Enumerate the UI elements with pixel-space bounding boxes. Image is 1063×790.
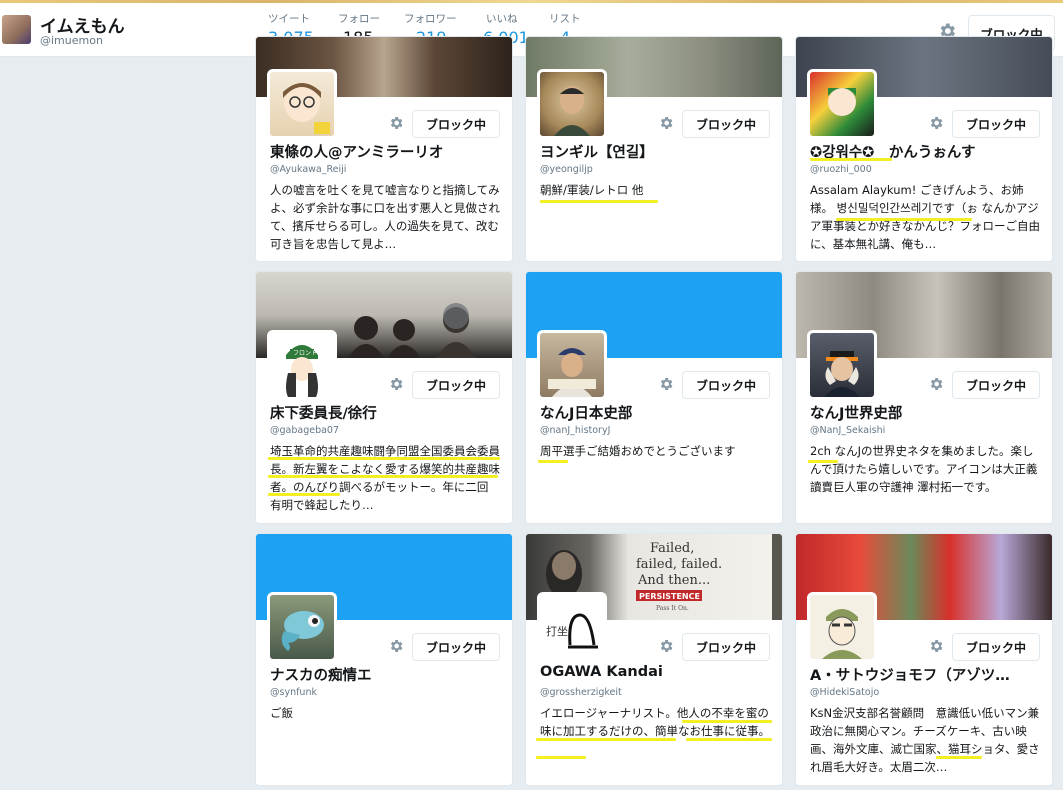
card-bio: ご飯 [270, 706, 293, 720]
highlight-mark [268, 475, 498, 478]
block-button[interactable]: ブロック中 [682, 633, 770, 661]
card-handle: @synfunk [270, 687, 317, 698]
highlight-mark [936, 756, 982, 759]
gear-icon[interactable] [658, 638, 674, 654]
user-card-synfunk[interactable]: ブロック中 ナスカの痴情エ @synfunk ご飯 [255, 533, 513, 786]
card-avatar[interactable]: 打坐 [537, 592, 607, 662]
user-card-satojo[interactable]: ブロック中 A・サトウジョモフ（アゾツ… @HidekiSatojo KsN金沢… [795, 533, 1053, 786]
card-name[interactable]: ヨンギル【연길】 [540, 141, 772, 162]
highlight-mark [686, 738, 772, 741]
card-handle: @nanJ_historyJ [540, 425, 611, 436]
highlight-mark [536, 756, 586, 759]
card-handle: @grossherzigkeit [540, 687, 622, 698]
card-bio: 人の嘘言を吐くを見て嘘言なりと指摘してみよ、必ず余計な事に口を出す悪人と見做され… [270, 183, 500, 251]
card-name[interactable]: なんJ世界史部 [810, 402, 1042, 423]
highlight-mark [810, 158, 892, 161]
stat-label: ツイート [268, 13, 310, 25]
card-bio: 2ch なんJの世界史ネタを集めました。楽しんで頂けたら嬉しいです。アイコンは大… [810, 444, 1038, 494]
banner-text: And then... [637, 573, 710, 588]
card-bio: Assalam Alaykum! ごきげんよう、お姉様。 병신밀덕인간쓰레기です… [810, 183, 1040, 251]
gear-icon[interactable] [388, 376, 404, 392]
user-card-nanj-world[interactable]: ブロック中 なんJ世界史部 @NanJ_Sekaishi 2ch なんJの世界史… [795, 271, 1053, 524]
user-card-yeongil[interactable]: ブロック中 ヨンギル【연길】 @yeongiljp 朝鮮/軍装/レトロ 他 [525, 36, 783, 262]
card-handle: @gabageba07 [270, 425, 340, 436]
banner-text: failed, failed. [636, 557, 722, 572]
highlight-mark [268, 493, 340, 496]
highlight-mark [268, 457, 500, 460]
banner-text: PERSISTENCE [639, 592, 700, 601]
card-avatar[interactable] [267, 592, 337, 662]
card-avatar[interactable] [807, 592, 877, 662]
gear-icon[interactable] [658, 376, 674, 392]
highlight-mark [836, 218, 972, 221]
card-avatar[interactable] [807, 330, 877, 400]
card-avatar[interactable] [537, 69, 607, 139]
stat-label: いいね [486, 13, 518, 25]
user-card-nanj-history[interactable]: ブロック中 なんJ日本史部 @nanJ_historyJ 周平選手ご結婚おめでと… [525, 271, 783, 524]
card-name[interactable]: 東條の人@アンミラーリオ [270, 141, 502, 162]
banner-text: Pass It On. [656, 605, 689, 612]
card-name[interactable]: 床下委員長/徐行 [270, 402, 502, 423]
gear-icon[interactable] [928, 638, 944, 654]
avatar-text: 打坐 [546, 624, 568, 638]
card-handle: @yeongiljp [540, 164, 593, 175]
card-name[interactable]: A・サトウジョモフ（アゾツ… [810, 664, 1042, 685]
banner-text: フロント [293, 350, 317, 357]
block-button[interactable]: ブロック中 [952, 371, 1040, 399]
card-handle: @ruozhi_000 [810, 164, 872, 175]
card-avatar[interactable]: フロント [267, 330, 337, 400]
profile-avatar[interactable] [2, 15, 31, 44]
card-avatar[interactable] [267, 69, 337, 139]
card-handle: @HidekiSatojo [810, 687, 880, 698]
highlight-mark [538, 460, 568, 463]
highlight-mark [536, 738, 676, 741]
stat-label: フォロー [338, 13, 380, 25]
user-card-ayukawa[interactable]: ブロック中 東條の人@アンミラーリオ @Ayukawa_Reiji 人の嘘言を吐… [255, 36, 513, 262]
block-button[interactable]: ブロック中 [682, 110, 770, 138]
card-bio: KsN金沢支部名誉顧問 意識低い低いマン兼政治に無関心マン。チーズケーキ、古い映… [810, 706, 1040, 774]
block-button[interactable]: ブロック中 [412, 110, 500, 138]
profile-handle: @imuemon [40, 34, 103, 47]
highlight-mark [682, 720, 772, 723]
highlight-mark [808, 460, 838, 463]
left-sidebar [0, 57, 255, 790]
card-name[interactable]: ナスカの痴情エ [270, 664, 502, 685]
block-button[interactable]: ブロック中 [952, 110, 1040, 138]
gear-icon[interactable] [928, 376, 944, 392]
card-handle: @NanJ_Sekaishi [810, 425, 886, 436]
card-bio: 朝鮮/軍装/レトロ 他 [540, 183, 644, 197]
stat-label: リスト [549, 13, 581, 25]
card-avatar[interactable] [537, 330, 607, 400]
gear-icon[interactable] [928, 115, 944, 131]
gear-icon[interactable] [658, 115, 674, 131]
gear-icon[interactable] [388, 638, 404, 654]
user-card-ruozhi[interactable]: ブロック中 ✪강워수✪ かんうぉんす @ruozhi_000 Assalam A… [795, 36, 1053, 262]
block-button[interactable]: ブロック中 [412, 633, 500, 661]
user-card-gabageba[interactable]: フロント ブロック中 床下委員長/徐行 @gabageba07 埼玉革命的共産趣… [255, 271, 513, 524]
highlight-mark [540, 200, 658, 203]
card-name[interactable]: OGAWA Kandai [540, 664, 772, 680]
stat-label: フォロワー [404, 13, 457, 25]
gear-icon[interactable] [388, 115, 404, 131]
block-button[interactable]: ブロック中 [412, 371, 500, 399]
card-bio: 埼玉革命的共産趣味闘争同盟全国委員会委員長。新左翼をこよなく愛する爆笑的共産趣味… [270, 444, 500, 512]
card-bio: 周平選手ご結婚おめでとうございます [540, 444, 736, 458]
block-button[interactable]: ブロック中 [952, 633, 1040, 661]
card-name[interactable]: なんJ日本史部 [540, 402, 772, 423]
card-handle: @Ayukawa_Reiji [270, 164, 347, 175]
banner-text: Failed, [650, 541, 694, 556]
card-avatar[interactable] [807, 69, 877, 139]
user-card-ogawa[interactable]: Failed, failed, failed. And then... PERSIST… [525, 533, 783, 786]
block-button[interactable]: ブロック中 [682, 371, 770, 399]
